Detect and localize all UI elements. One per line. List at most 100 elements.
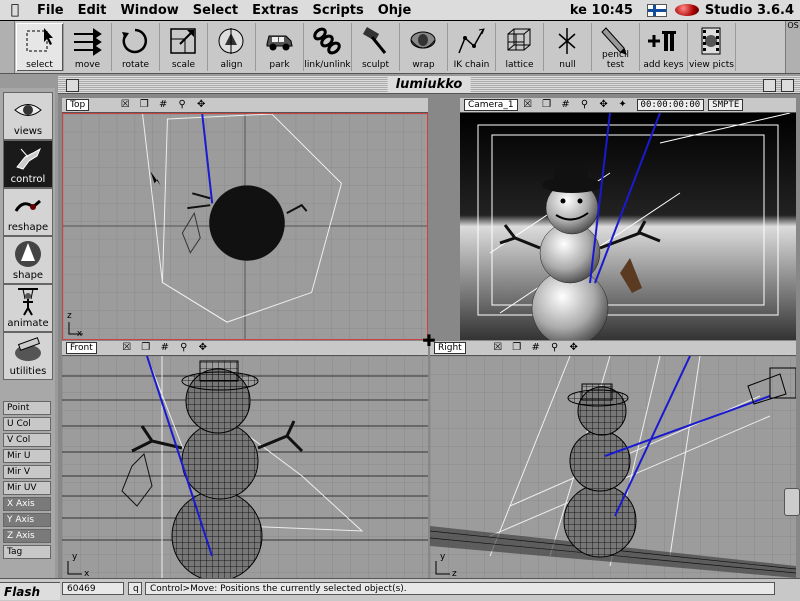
right-view-scene: y z [430,356,796,578]
viewport-top-canvas[interactable]: x z [62,113,428,340]
sidebar-shape[interactable]: shape [3,236,53,284]
viewport-splitter-icon[interactable]: ✚ [422,333,436,349]
pan-icon[interactable]: ✥ [598,99,610,111]
tool-link-unlink[interactable]: link/unlink [304,23,352,71]
mode-mir-u[interactable]: Mir U [3,449,51,463]
viewport-front-name[interactable]: Front [66,342,97,354]
pan-icon[interactable]: ✥ [197,342,209,354]
grid-icon[interactable]: # [560,99,572,111]
sidebar-control[interactable]: control [3,140,53,188]
tool-sculpt[interactable]: sculpt [352,23,400,71]
shape-icon [15,241,41,267]
sidebar-views[interactable]: views [3,92,53,140]
tool-park[interactable]: park [256,23,304,71]
cube-icon[interactable]: ❐ [541,99,553,111]
viewport-right[interactable]: Right ☒ ❐ # ⚲ ✥ y z [430,341,796,578]
close-view-icon[interactable]: ☒ [119,99,131,111]
menu-file[interactable]: File [30,3,71,18]
grid-icon[interactable]: # [530,342,542,354]
tool-add-keys[interactable]: add keys [640,23,688,71]
axis-label-z: z [452,569,457,578]
film-strip-icon [701,27,721,55]
sidebar-utilities[interactable]: utilities [3,332,53,380]
viewport-front-canvas[interactable]: y x [62,356,428,578]
clock[interactable]: ke 10:45 [564,3,639,18]
zoom-icon[interactable]: ⚲ [579,99,591,111]
flash-taskbar-item[interactable]: Flash [0,582,60,600]
finnish-flag-icon[interactable] [646,3,667,17]
tool-wrap[interactable]: wrap [400,23,448,71]
palette-close[interactable]: OS [785,21,800,73]
tool-null[interactable]: null [544,23,592,71]
close-view-icon[interactable]: ☒ [121,342,133,354]
mode-mir-v[interactable]: Mir V [3,465,51,479]
tool-ik-chain[interactable]: IK chain [448,23,496,71]
document-window: lumiukko Top ☒ ❐ # ⚲ ✥ x z Camera_1 ☒ ❐ … [58,76,800,600]
app-icon[interactable] [674,4,699,16]
grid-icon[interactable]: # [159,342,171,354]
palette-grip[interactable] [0,21,15,73]
collapse-box[interactable] [781,79,794,92]
dolly-icon[interactable]: ✦ [617,99,629,111]
app-menu[interactable]: Studio 3.6.4 [699,3,800,18]
sidebar-animate[interactable]: animate [3,284,53,332]
apple-icon[interactable]:  [0,2,30,18]
close-view-icon[interactable]: ☒ [492,342,504,354]
tool-move[interactable]: move [64,23,112,71]
pan-icon[interactable]: ✥ [568,342,580,354]
zoom-box[interactable] [763,79,776,92]
scroll-knob[interactable] [784,488,800,516]
cube-icon[interactable]: ❐ [511,342,523,354]
close-box[interactable] [66,79,79,92]
mode-tag[interactable]: Tag [3,545,51,559]
mode-v-col[interactable]: V Col [3,433,51,447]
timecode-format[interactable]: SMPTE [708,99,744,111]
viewport-top-name[interactable]: Top [66,99,90,111]
frame-counter[interactable]: 60469 [62,582,124,595]
pan-icon[interactable]: ✥ [195,99,207,111]
viewport-camera-name[interactable]: Camera_1 [464,99,518,111]
menu-edit[interactable]: Edit [71,3,114,18]
menu-window[interactable]: Window [113,3,185,18]
cube-icon[interactable]: ❐ [138,99,150,111]
zoom-icon[interactable]: ⚲ [178,342,190,354]
tool-align[interactable]: align [208,23,256,71]
tool-select-label: select [26,60,53,70]
hand-control-icon [16,147,42,170]
grid-icon[interactable]: # [157,99,169,111]
menu-extras[interactable]: Extras [245,3,305,18]
mode-x-axis[interactable]: X Axis [3,497,51,511]
tool-lattice[interactable]: lattice [496,23,544,71]
viewport-right-name[interactable]: Right [434,342,466,354]
tool-select[interactable]: select [16,23,64,71]
mode-mir-uv[interactable]: Mir UV [3,481,51,495]
align-icon [218,28,244,54]
tool-pencil-test[interactable]: pencil test [592,23,640,71]
viewport-top[interactable]: Top ☒ ❐ # ⚲ ✥ x z [62,98,428,340]
utilities-icon [15,337,41,361]
viewport-camera-canvas[interactable] [460,113,796,340]
zoom-icon[interactable]: ⚲ [549,342,561,354]
menu-help[interactable]: Ohje [371,3,419,18]
car-icon [266,35,293,51]
mode-point[interactable]: Point [3,401,51,415]
move-icon [74,28,102,56]
tool-scale[interactable]: scale [160,23,208,71]
tool-rotate[interactable]: rotate [112,23,160,71]
cube-icon[interactable]: ❐ [140,342,152,354]
sidebar-reshape[interactable]: reshape [3,188,53,236]
viewport-camera[interactable]: Camera_1 ☒ ❐ # ⚲ ✥ ✦ 00:00:00:00 SMPTE [460,98,796,340]
mode-u-col[interactable]: U Col [3,417,51,431]
zoom-icon[interactable]: ⚲ [176,99,188,111]
tool-view-picts[interactable]: view picts [688,23,736,71]
close-view-icon[interactable]: ☒ [522,99,534,111]
mode-z-axis[interactable]: Z Axis [3,529,51,543]
mode-y-axis[interactable]: Y Axis [3,513,51,527]
menu-select[interactable]: Select [186,3,245,18]
viewport-front[interactable]: Front ☒ ❐ # ⚲ ✥ y x [62,341,428,578]
window-title-bar[interactable]: lumiukko [58,76,800,94]
menu-scripts[interactable]: Scripts [306,3,371,18]
timecode[interactable]: 00:00:00:00 [636,99,705,111]
tool-scale-label: scale [171,60,196,70]
viewport-right-canvas[interactable]: y z [430,356,796,578]
